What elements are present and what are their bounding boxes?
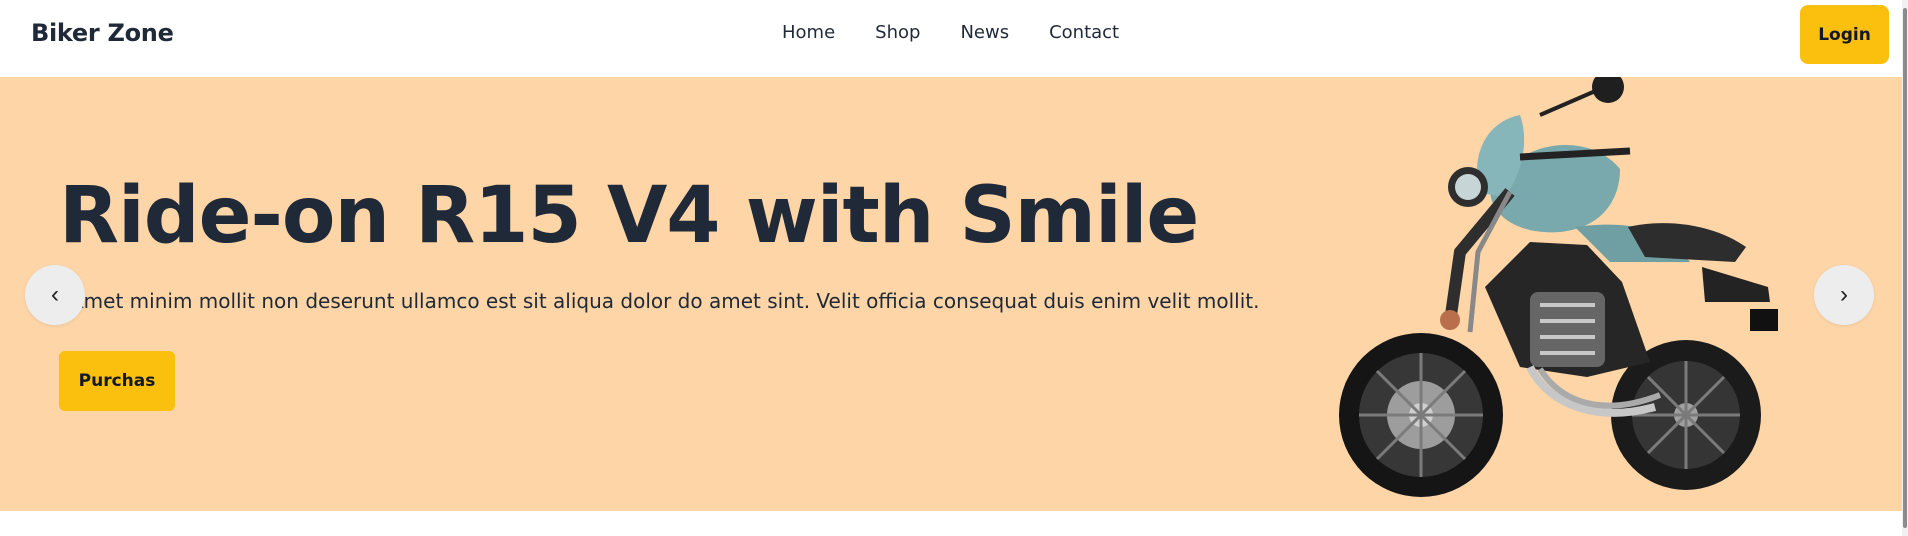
hero-title: Ride-on R15 V4 with Smile	[59, 171, 1199, 261]
hero-description: Amet minim mollit non deserunt ullamco e…	[70, 289, 1260, 313]
scrollbar-thumb[interactable]	[1903, 8, 1907, 528]
hero-carousel: Ride-on R15 V4 with Smile Amet minim mol…	[0, 77, 1902, 511]
purchase-button[interactable]: Purchas	[59, 351, 175, 411]
carousel-prev-button[interactable]: ‹	[25, 265, 85, 325]
navbar: Biker Zone Home Shop News Contact Login	[0, 0, 1902, 77]
carousel-next-button[interactable]: ›	[1814, 265, 1874, 325]
nav-link-home[interactable]: Home	[782, 22, 835, 43]
main-nav: Home Shop News Contact	[782, 22, 1119, 43]
chevron-right-icon: ›	[1840, 281, 1848, 308]
nav-link-shop[interactable]: Shop	[875, 22, 920, 43]
login-button[interactable]: Login	[1800, 5, 1889, 64]
nav-link-news[interactable]: News	[960, 22, 1009, 43]
nav-link-contact[interactable]: Contact	[1049, 22, 1119, 43]
motorcycle-image	[1339, 77, 1778, 497]
brand-logo[interactable]: Biker Zone	[31, 19, 174, 47]
chevron-left-icon: ‹	[51, 281, 59, 308]
